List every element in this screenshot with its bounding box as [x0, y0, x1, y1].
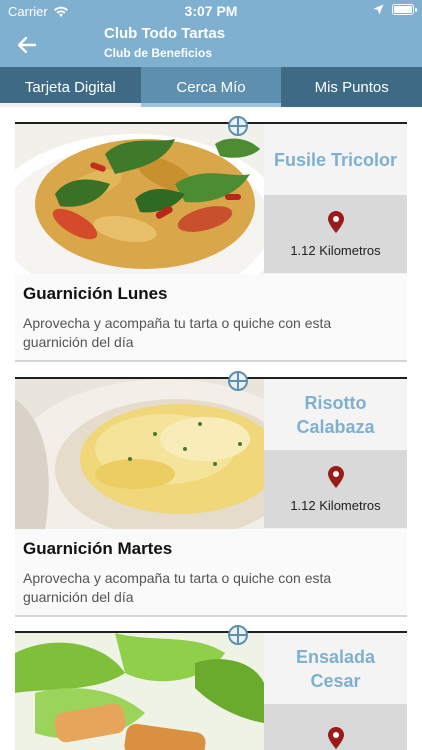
- tab-tarjeta-digital[interactable]: Tarjeta Digital: [0, 67, 141, 107]
- location-arrow-icon: [373, 4, 384, 15]
- offer-description: Aprovecha y acompaña tu tarta o quiche c…: [23, 315, 332, 350]
- list-item[interactable]: Fusile Tricolor 1.12 Kilometros Guarnici…: [15, 116, 407, 362]
- card-header: Risotto Calabaza 1.12 Kilometros: [15, 371, 407, 529]
- back-arrow-icon[interactable]: [14, 32, 40, 58]
- offer-title: Guarnición Martes: [23, 539, 173, 558]
- status-right: [373, 4, 417, 15]
- status-time: 3:07 PM: [184, 3, 238, 19]
- list-item[interactable]: Ensalada Cesar: [15, 625, 407, 750]
- page-title: Club Todo Tartas: [104, 25, 226, 42]
- tab-bar: Tarjeta Digital Cerca Mío Mis Puntos: [0, 67, 422, 107]
- distance-box: 1.12 Kilometros: [264, 195, 407, 273]
- card-body: Guarnición Lunes Aprovecha y acompaña tu…: [15, 274, 407, 362]
- caesar-salad-image: [15, 633, 264, 750]
- map-pin-icon: [327, 210, 344, 233]
- offer-description: Aprovecha y acompaña tu tarta o quiche c…: [23, 570, 332, 605]
- tab-cerca-mio[interactable]: Cerca Mío: [140, 67, 282, 107]
- status-bar: Carrier 3:07 PM: [0, 0, 422, 22]
- battery-icon: [392, 4, 417, 15]
- pasta-salad-image: [15, 124, 264, 274]
- card-header: Fusile Tricolor 1.12 Kilometros: [15, 116, 407, 274]
- globe-icon: [228, 625, 248, 645]
- map-pin-icon: [327, 727, 344, 749]
- place-name[interactable]: Ensalada Cesar: [264, 633, 407, 704]
- risotto-image: [15, 379, 264, 529]
- offers-list[interactable]: Fusile Tricolor 1.12 Kilometros Guarnici…: [0, 107, 422, 750]
- globe-icon: [228, 116, 248, 136]
- distance-box: [264, 704, 407, 750]
- distance-box: 1.12 Kilometros: [264, 450, 407, 528]
- place-name[interactable]: Risotto Calabaza: [264, 379, 407, 450]
- distance-label: 1.12 Kilometros: [290, 242, 381, 258]
- globe-icon: [228, 371, 248, 391]
- tab-mis-puntos[interactable]: Mis Puntos: [281, 67, 422, 107]
- page-subtitle: Club de Beneficios: [104, 46, 213, 60]
- map-pin-icon: [327, 465, 344, 488]
- card-header: Ensalada Cesar: [15, 625, 407, 750]
- list-item[interactable]: Risotto Calabaza 1.12 Kilometros Guarnic…: [15, 371, 407, 617]
- card-side-panel: Ensalada Cesar: [264, 633, 407, 750]
- distance-label: 1.12 Kilometros: [290, 497, 381, 513]
- card-side-panel: Risotto Calabaza 1.12 Kilometros: [264, 379, 407, 529]
- card-side-panel: Fusile Tricolor 1.12 Kilometros: [264, 124, 407, 274]
- place-name[interactable]: Fusile Tricolor: [264, 124, 407, 195]
- offer-title: Guarnición Lunes: [23, 284, 168, 303]
- card-body: Guarnición Martes Aprovecha y acompaña t…: [15, 529, 407, 617]
- nav-bar: Club Todo Tartas Club de Beneficios: [0, 22, 422, 67]
